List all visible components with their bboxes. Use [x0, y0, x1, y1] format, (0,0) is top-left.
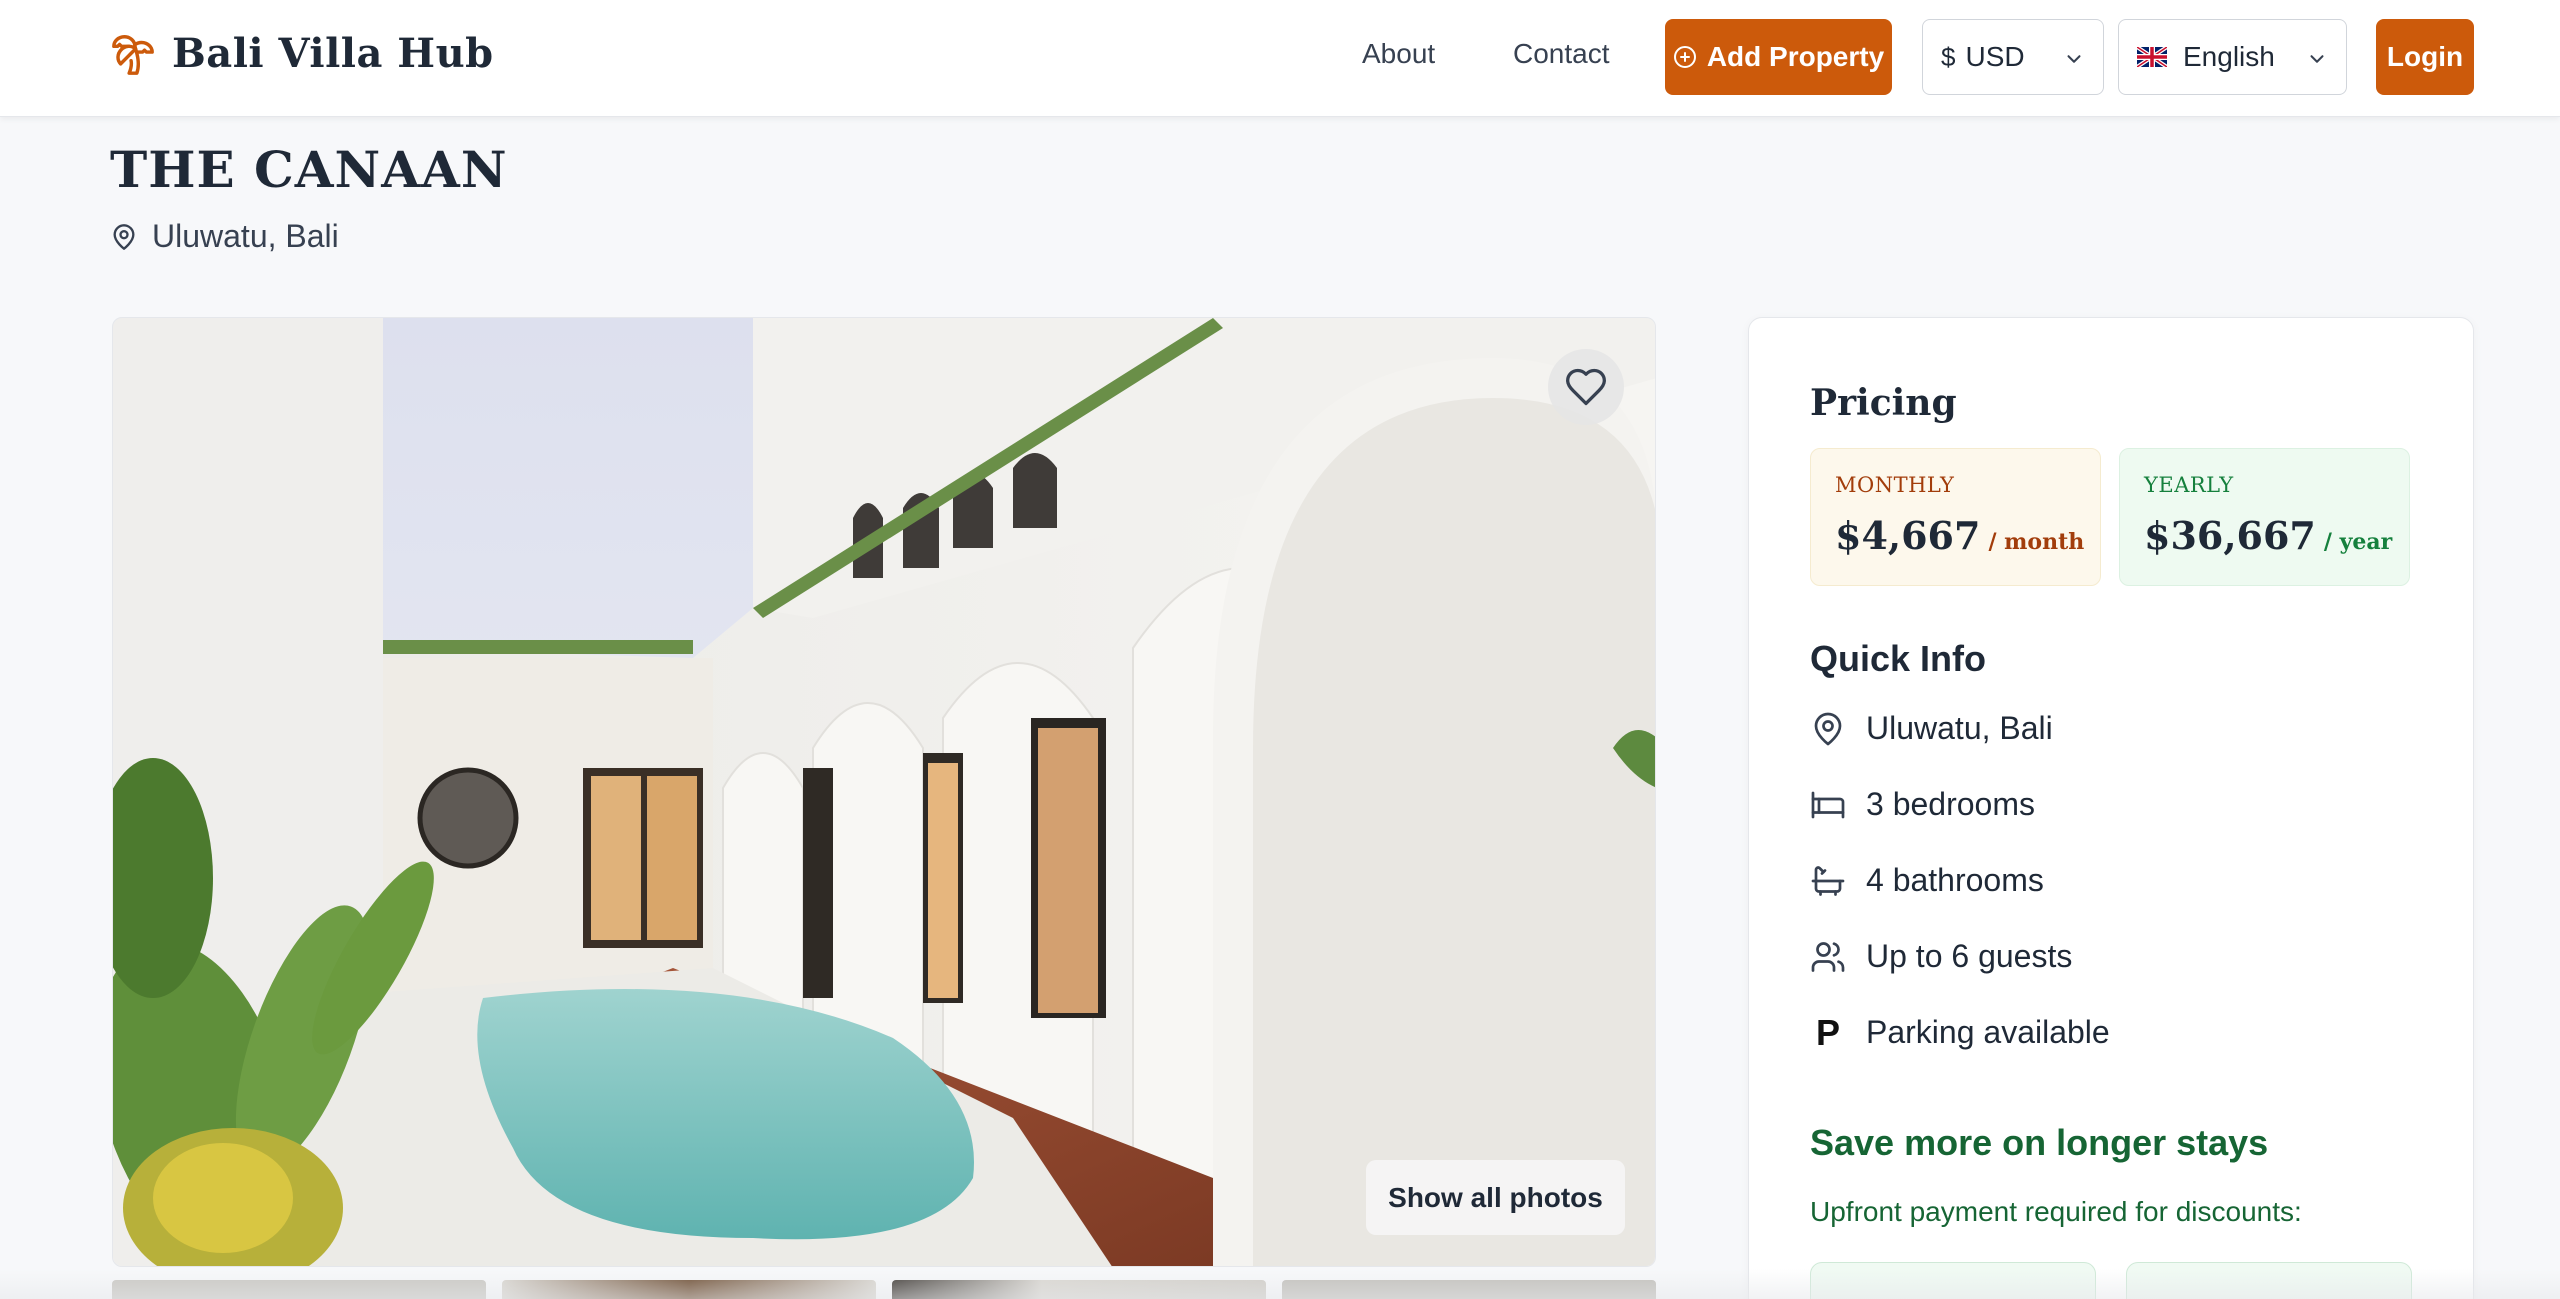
nav-contact-link[interactable]: Contact	[1513, 38, 1610, 70]
pricing-heading: Pricing	[1810, 382, 1957, 424]
chevron-down-icon	[2067, 55, 2081, 63]
quick-info-location: Uluwatu, Bali	[1810, 710, 2053, 747]
bed-icon	[1811, 791, 1845, 818]
yearly-label: YEARLY	[2144, 473, 2234, 497]
quick-info-parking: P Parking available	[1810, 1011, 2110, 1053]
thumbnail[interactable]	[892, 1280, 1266, 1299]
map-pin-icon	[1814, 712, 1842, 745]
quick-info-bedrooms: 3 bedrooms	[1810, 786, 2035, 823]
currency-value: USD	[1965, 41, 2025, 72]
guests-text: Up to 6 guests	[1866, 938, 2073, 974]
monthly-price-box: MONTHLY $4,667 / month	[1810, 448, 2101, 586]
brand-name: Bali Villa Hub	[172, 30, 494, 77]
top-navbar: Bali Villa Hub About Contact Add Propert…	[0, 0, 2560, 117]
parking-text: Parking available	[1866, 1014, 2110, 1050]
discounts-subtitle: Upfront payment required for discounts:	[1810, 1196, 2302, 1227]
yearly-unit: / year	[2323, 529, 2393, 555]
monthly-label: MONTHLY	[1835, 473, 1955, 497]
add-property-button[interactable]: Add Property	[1665, 19, 1892, 95]
currency-symbol: $	[1941, 41, 1956, 72]
show-all-photos-button[interactable]: Show all photos	[1366, 1160, 1625, 1235]
palm-tree-icon	[112, 34, 154, 75]
villa-pool-photo	[113, 318, 1655, 1266]
thumbnail-strip	[112, 1280, 1656, 1299]
main-photo[interactable]	[112, 317, 1656, 1267]
monthly-price: $4,667	[1835, 513, 1981, 558]
yearly-price: $36,667	[2144, 513, 2316, 558]
nav-about-link[interactable]: About	[1362, 38, 1435, 70]
map-pin-icon	[113, 223, 135, 250]
plus-circle-icon	[1673, 46, 1696, 68]
language-value: English	[2183, 41, 2275, 72]
thumbnail[interactable]	[502, 1280, 876, 1299]
thumbnail[interactable]	[1282, 1280, 1656, 1299]
parking-icon: P	[1815, 1011, 1840, 1053]
location-text: Uluwatu, Bali	[152, 218, 339, 254]
page-title: THE CANAAN	[110, 140, 508, 199]
thumbnail[interactable]	[112, 1280, 486, 1299]
heart-icon	[1566, 368, 1606, 406]
property-location: Uluwatu, Bali	[110, 218, 339, 255]
monthly-unit: / month	[1988, 529, 2085, 555]
login-button[interactable]: Login	[2376, 19, 2474, 95]
bathtub-icon	[1811, 865, 1845, 896]
brand-logo[interactable]: Bali Villa Hub	[110, 30, 494, 77]
discount-option-card[interactable]	[1810, 1262, 2096, 1299]
discounts-heading: Save more on longer stays	[1810, 1122, 2269, 1163]
language-select[interactable]: English	[2118, 19, 2347, 95]
quick-info-bathrooms: 4 bathrooms	[1810, 862, 2044, 899]
bedrooms-text: 3 bedrooms	[1866, 786, 2035, 822]
quick-info-guests: Up to 6 guests	[1810, 938, 2072, 975]
users-icon	[1811, 941, 1845, 972]
add-property-label: Add Property	[1706, 41, 1885, 72]
uk-flag-icon	[2137, 47, 2167, 67]
currency-select[interactable]: $ USD	[1922, 19, 2104, 95]
quick-info-location-text: Uluwatu, Bali	[1866, 710, 2053, 746]
bathrooms-text: 4 bathrooms	[1866, 862, 2044, 898]
chevron-down-icon	[2310, 55, 2324, 63]
favorite-button[interactable]	[1548, 349, 1624, 425]
quick-info-heading: Quick Info	[1810, 638, 1987, 679]
yearly-price-box: YEARLY $36,667 / year	[2119, 448, 2410, 586]
discount-option-card[interactable]	[2126, 1262, 2412, 1299]
